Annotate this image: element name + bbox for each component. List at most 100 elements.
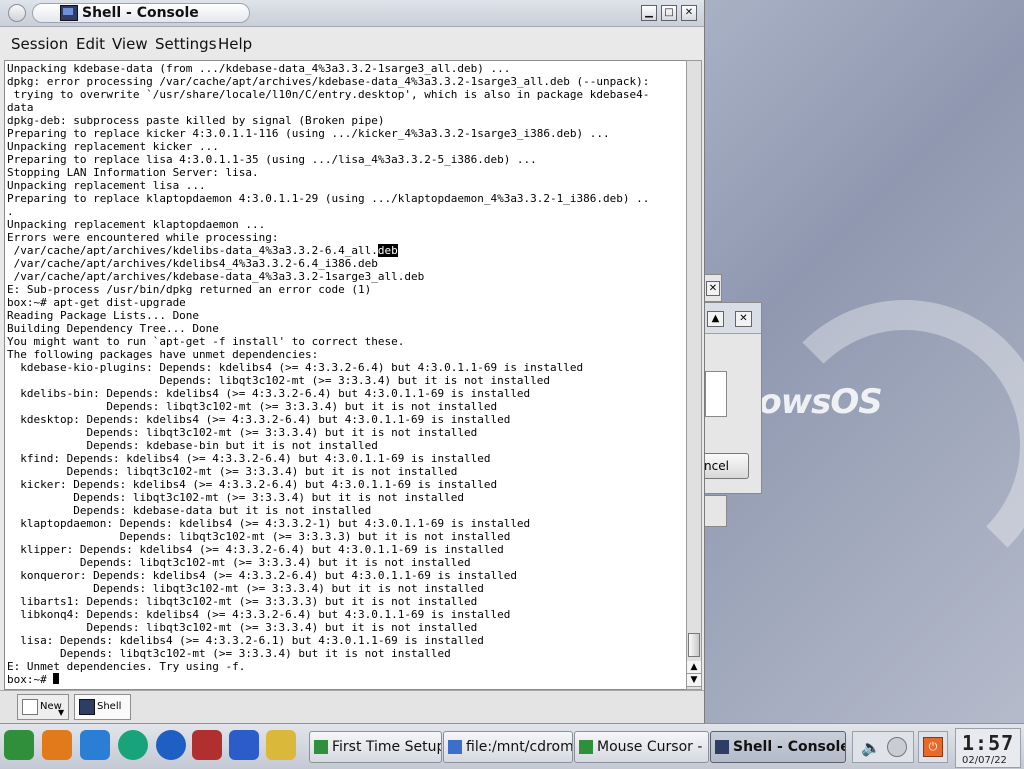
close-icon[interactable]: ✕ (706, 281, 720, 296)
task-label: Mouse Cursor - (597, 739, 703, 755)
task-file-manager[interactable]: file:/mnt/cdrom1 (443, 731, 573, 763)
system-tray: 🔈 (852, 731, 914, 763)
editor-icon[interactable] (266, 730, 296, 760)
scrollbar-thumb[interactable] (688, 633, 700, 657)
terminal-line: libkonq4: Depends: kdelibs4 (>= 4:3.3.2-… (7, 608, 511, 621)
volume-icon[interactable]: 🔈 (861, 738, 881, 757)
tab-shell[interactable]: Shell (74, 694, 131, 720)
power-icon[interactable]: ⏻ (923, 737, 943, 757)
terminal-line: Depends: libqt3c102-mt (>= 3:3.3.4) but … (7, 647, 451, 660)
terminal-line: /var/cache/apt/archives/kdelibs-data_4%3… (7, 244, 378, 257)
terminal-line: libarts1: Depends: libqt3c102-mt (>= 3:3… (7, 595, 478, 608)
close-icon[interactable]: ✕ (735, 311, 752, 327)
menu-view[interactable]: View (112, 35, 148, 53)
menu-help[interactable]: Help (218, 35, 252, 53)
terminal-line: You might want to run `apt-get -f instal… (7, 335, 405, 348)
terminal-line: dpkg-deb: subprocess paste killed by sig… (7, 114, 385, 127)
terminal-line: Unpacking replacement lisa ... (7, 179, 206, 192)
task-label: file:/mnt/cdrom1 (466, 739, 573, 755)
terminal-line: /var/cache/apt/archives/kdelibs4_4%3a3.3… (7, 257, 378, 270)
terminal-line: Errors were encountered while processing… (7, 231, 279, 244)
messenger-icon[interactable] (229, 730, 259, 760)
task-shell-console[interactable]: Shell - Console (710, 731, 846, 763)
cancel-button[interactable]: ncel (701, 453, 749, 479)
text-cursor (53, 673, 60, 684)
setup-icon (314, 740, 328, 754)
terminal-line: Unpacking replacement kicker ... (7, 140, 219, 153)
terminal-line: kdebase-kio-plugins: Depends: kdelibs4 (… (7, 361, 584, 374)
terminal-output[interactable]: Unpacking kdebase-data (from .../kdebase… (4, 60, 687, 690)
mail-icon[interactable] (192, 730, 222, 760)
terminal-line: Depends: libqt3c102-mt (>= 3:3.3.4) but … (7, 621, 478, 634)
terminal-line: kfind: Depends: kdelibs4 (>= 4:3.3.2-6.4… (7, 452, 491, 465)
terminal-line: E: Sub-process /usr/bin/dpkg returned an… (7, 283, 372, 296)
lifejacket-help-icon[interactable] (42, 730, 72, 760)
terminal-line: Preparing to replace kicker 4:3.0.1.1-11… (7, 127, 610, 140)
window-titlebar[interactable]: Shell - Console ▁ □ ✕ (0, 0, 704, 27)
clock[interactable]: 1:57 02/07/22 (955, 728, 1021, 768)
terminal-line: Depends: libqt3c102-mt (>= 3:3.3.4) but … (7, 374, 551, 387)
browser-icon[interactable] (156, 730, 186, 760)
tray-power: ⏻ (918, 731, 948, 763)
kmenu-icon[interactable] (4, 730, 34, 760)
package-icon[interactable] (80, 730, 110, 760)
clock-date: 02/07/22 (962, 755, 1007, 766)
terminal-line: dpkg: error processing /var/cache/apt/ar… (7, 75, 650, 88)
terminal-line: box:~# (7, 673, 54, 686)
terminal-icon (79, 699, 95, 715)
maximize-icon[interactable]: ▲ (707, 311, 724, 327)
terminal-line: /var/cache/apt/archives/kdebase-data_4%3… (7, 270, 425, 283)
terminal-line: kdelibs-bin: Depends: kdelibs4 (>= 4:3.3… (7, 387, 531, 400)
console-window[interactable]: Shell - Console ▁ □ ✕ Session Edit View … (0, 0, 705, 724)
menu-bar: Session Edit View Settings Help (0, 27, 704, 57)
terminal-text[interactable]: Unpacking kdebase-data (from .../kdebase… (5, 61, 686, 686)
folder-icon (448, 740, 462, 754)
menu-settings[interactable]: Settings (155, 35, 217, 53)
terminal-line: konqueror: Depends: kdelibs4 (>= 4:3.3.2… (7, 569, 517, 582)
terminal-line: box:~# apt-get dist-upgrade (7, 296, 186, 309)
selected-text: deb (377, 244, 398, 257)
terminal-line: E: Unmet dependencies. Try using -f. (7, 660, 246, 673)
terminal-line: Depends: libqt3c102-mt (>= 3:3.3.4) but … (7, 465, 458, 478)
window-menu-icon[interactable] (8, 4, 26, 22)
task-mouse-cursor[interactable]: Mouse Cursor - (574, 731, 709, 763)
terminal-line: Preparing to replace klaptopdaemon 4:3.0… (7, 192, 650, 205)
tab-shell-label: Shell (97, 701, 122, 712)
terminal-scrollbar[interactable]: ▲ ▼ (686, 60, 702, 690)
clock-time: 1:57 (962, 731, 1015, 755)
terminal-line: The following packages have unmet depend… (7, 348, 319, 361)
terminal-line: Building Dependency Tree... Done (7, 322, 219, 335)
menu-edit[interactable]: Edit (76, 35, 105, 53)
background-dialog-titlebar[interactable]: ▲ ✕ (705, 303, 761, 334)
terminal-line: Depends: libqt3c102-mt (>= 3:3.3.4) but … (7, 400, 498, 413)
terminal-line: Stopping LAN Information Server: lisa. (7, 166, 259, 179)
taskbar: First Time Setup file:/mnt/cdrom1 Mouse … (0, 723, 1024, 769)
terminal-icon (715, 740, 729, 754)
minimize-icon[interactable]: ▁ (641, 5, 657, 21)
scroll-down-icon[interactable]: ▼ (687, 674, 701, 687)
terminal-line: . (7, 205, 14, 218)
terminal-line: Depends: libqt3c102-mt (>= 3:3.3.4) but … (7, 556, 471, 569)
terminal-line: Depends: kdebase-bin but it is not insta… (7, 439, 378, 452)
menu-session[interactable]: Session (11, 35, 68, 53)
background-dialog[interactable]: ▲ ✕ ncel (701, 302, 762, 494)
network-status-icon[interactable] (887, 737, 907, 757)
close-icon[interactable]: ✕ (681, 5, 697, 21)
terminal-line: Depends: kdebase-data but it is not inst… (7, 504, 372, 517)
terminal-line: kicker: Depends: kdelibs4 (>= 4:3.3.2-6.… (7, 478, 498, 491)
terminal-line: klipper: Depends: kdelibs4 (>= 4:3.3.2-6… (7, 543, 504, 556)
terminal-line: trying to overwrite `/usr/share/locale/l… (7, 88, 650, 101)
window-title: Shell - Console (82, 5, 199, 21)
terminal-line: Unpacking kdebase-data (from .../kdebase… (7, 62, 511, 75)
maximize-icon[interactable]: □ (661, 5, 677, 21)
terminal-line: Depends: libqt3c102-mt (>= 3:3.3.4) but … (7, 426, 478, 439)
terminal-line: lisa: Depends: kdelibs4 (>= 4:3.3.2-6.1)… (7, 634, 484, 647)
terminal-line: Preparing to replace lisa 4:3.0.1.1-35 (… (7, 153, 537, 166)
new-session-button[interactable]: New ▼ (17, 694, 69, 720)
task-first-time-setup[interactable]: First Time Setup (309, 731, 442, 763)
network-icon[interactable] (118, 730, 148, 760)
background-window-partial[interactable]: ✕ (704, 274, 722, 302)
scroll-up-icon[interactable]: ▲ (687, 661, 701, 674)
terminal-line: klaptopdaemon: Depends: kdelibs4 (>= 4:3… (7, 517, 531, 530)
task-label: First Time Setup (332, 739, 442, 755)
